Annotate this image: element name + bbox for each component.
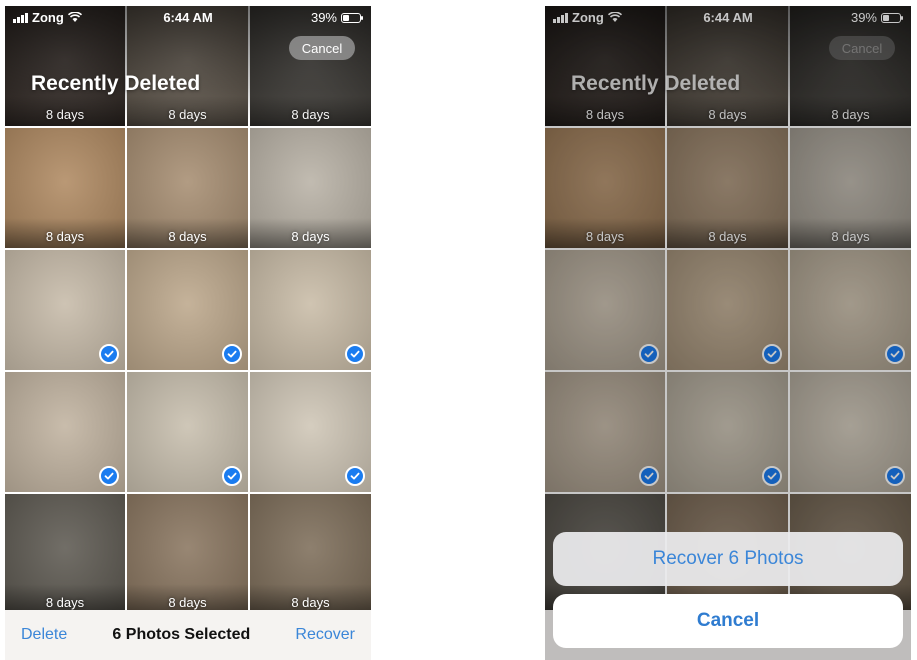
selection-count: 6 Photos Selected	[112, 626, 251, 643]
recover-photos-button[interactable]: Recover 6 Photos	[553, 532, 903, 586]
photo-tile-packaged-hairclips[interactable]: 8 days	[127, 128, 248, 248]
selected-checkmark-icon	[99, 344, 119, 364]
status-bar: Zong 6:44 AM 39%	[5, 6, 371, 28]
phone-screen-action-sheet: 8 days8 days8 days8 days8 days8 days8 da…	[545, 6, 911, 660]
photo-tile-hoop-earrings[interactable]: 8 days	[5, 494, 125, 614]
days-remaining-label: 8 days	[291, 229, 330, 244]
selected-checkmark-icon	[222, 466, 242, 486]
photo-tile-star-pendant-necklace[interactable]	[5, 372, 125, 492]
recover-button[interactable]: Recover	[295, 626, 355, 644]
cancel-selection-button[interactable]: Cancel	[289, 36, 355, 60]
action-sheet-cancel-button[interactable]: Cancel	[553, 594, 903, 648]
battery-icon	[341, 12, 363, 23]
photo-tile-chain-on-card[interactable]: 8 days	[5, 128, 125, 248]
days-remaining-label: 8 days	[45, 107, 85, 122]
photo-tile-star-hairbands[interactable]	[250, 372, 371, 492]
photo-tile-brooch-on-card[interactable]: 8 days	[127, 494, 248, 614]
days-remaining-label: 8 days	[168, 229, 207, 244]
photo-tile-pearl-chain[interactable]	[5, 250, 125, 370]
days-remaining-label: 8 days	[291, 107, 330, 122]
days-remaining-label: 8 days	[291, 595, 330, 610]
selected-checkmark-icon	[222, 344, 242, 364]
photo-tile-turquoise-necklace[interactable]	[127, 372, 248, 492]
phone-screen-selection: 8 days 8 days 8 days 8 days 8 days 8 days 8 da…	[5, 6, 371, 660]
photo-tile-hairclip-card[interactable]	[127, 250, 248, 370]
selected-checkmark-icon	[99, 466, 119, 486]
selected-checkmark-icon	[345, 344, 365, 364]
photo-tile-pearl-hairclips[interactable]: 8 days	[250, 494, 371, 614]
photo-tile-butterfly-hairpins[interactable]: 8 days	[250, 128, 371, 248]
photo-grid: 8 days 8 days 8 days 8 days 8 days 8 days 8 da…	[5, 6, 371, 614]
days-remaining-label: 8 days	[168, 595, 207, 610]
album-title: Recently Deleted	[31, 72, 201, 95]
selected-checkmark-icon	[345, 466, 365, 486]
selection-toolbar: Delete 6 Photos Selected Recover	[5, 610, 371, 660]
delete-button[interactable]: Delete	[21, 626, 67, 644]
days-remaining-label: 8 days	[45, 595, 85, 610]
days-remaining-label: 8 days	[168, 107, 207, 122]
photo-tile-black-bead-bracelet[interactable]	[250, 250, 371, 370]
battery-percent: 39%	[310, 10, 337, 25]
days-remaining-label: 8 days	[45, 229, 85, 244]
